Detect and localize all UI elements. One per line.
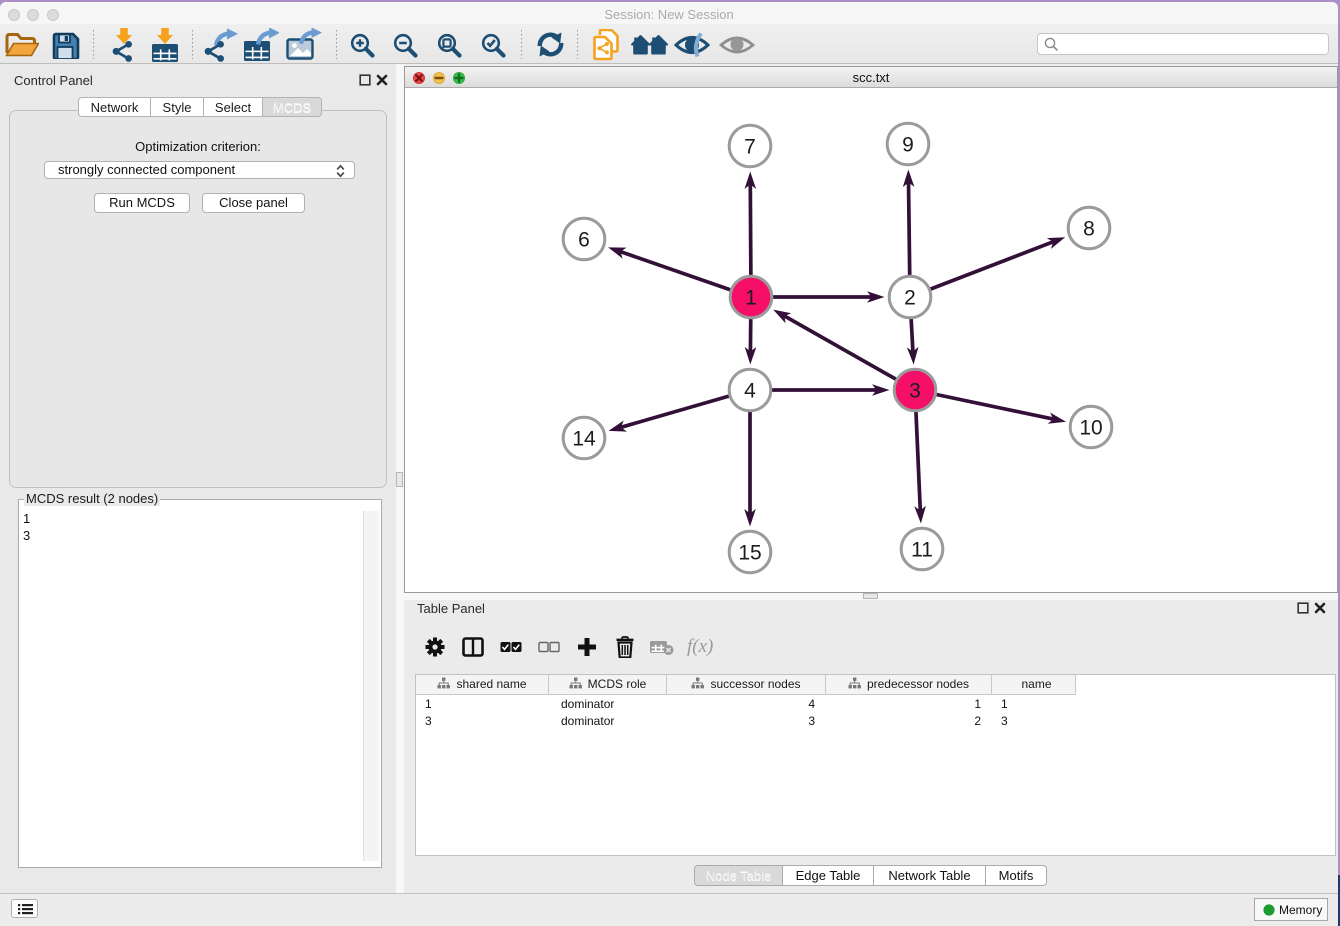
svg-text:15: 15 xyxy=(738,542,761,565)
svg-text:3: 3 xyxy=(909,380,921,403)
svg-text:10: 10 xyxy=(1079,417,1102,440)
svg-text:4: 4 xyxy=(744,380,756,403)
svg-text:9: 9 xyxy=(902,134,914,157)
svg-text:2: 2 xyxy=(904,287,916,310)
svg-text:8: 8 xyxy=(1083,218,1095,241)
svg-text:7: 7 xyxy=(744,136,756,159)
svg-text:6: 6 xyxy=(578,229,590,252)
svg-text:1: 1 xyxy=(745,287,757,310)
svg-text:11: 11 xyxy=(911,539,933,562)
svg-text:14: 14 xyxy=(572,428,596,451)
